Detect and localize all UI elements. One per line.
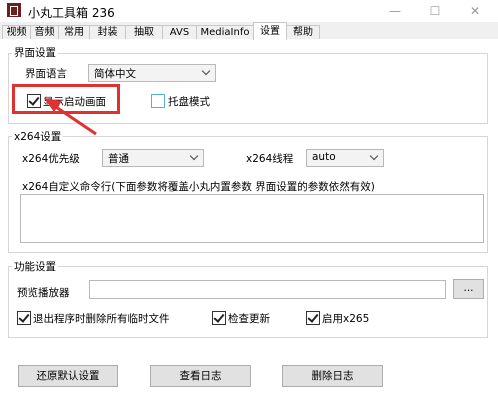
- annotation-arrow-icon: [44, 98, 97, 136]
- tab-settings[interactable]: 设置: [253, 22, 287, 40]
